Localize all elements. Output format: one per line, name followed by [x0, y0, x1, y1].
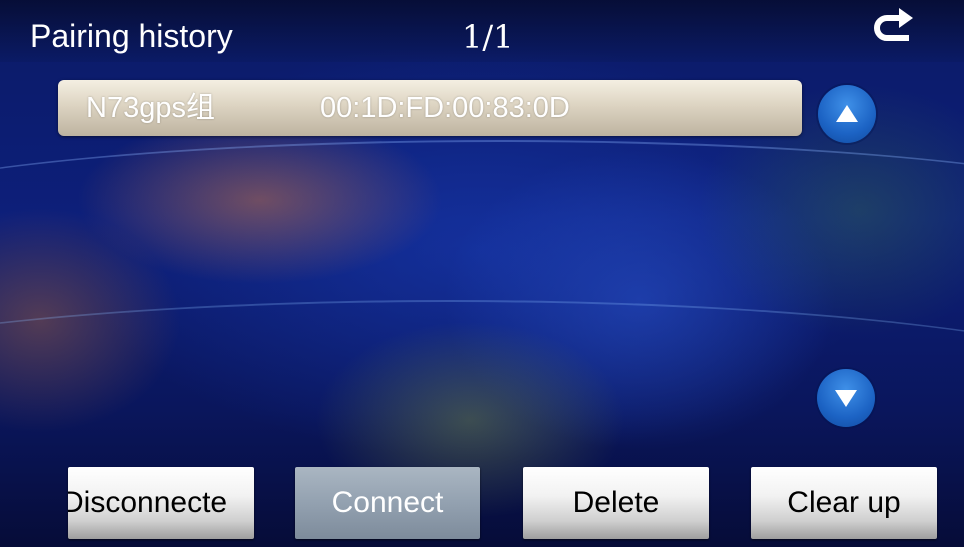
title-bar: Pairing history 1/1 — [0, 0, 964, 62]
triangle-up-icon — [836, 105, 858, 122]
device-list-item[interactable]: N73gps组 00:1D:FD:00:83:0D — [58, 80, 802, 136]
page-indicator: 1/1 — [462, 18, 514, 56]
clear-up-button[interactable]: Clear up — [751, 467, 937, 539]
disconnect-button[interactable]: Disconnecte — [68, 467, 254, 539]
connect-button[interactable]: Connect — [295, 467, 480, 539]
pairing-history-screen: Pairing history 1/1 N73gps组 00:1D:FD:00:… — [0, 0, 964, 547]
page-title: Pairing history — [30, 18, 233, 54]
delete-button[interactable]: Delete — [523, 467, 709, 539]
device-address: 00:1D:FD:00:83:0D — [320, 92, 570, 124]
scroll-up-button[interactable] — [818, 85, 876, 143]
disconnect-label: Disconnecte — [68, 486, 228, 519]
triangle-down-icon — [835, 390, 857, 407]
background-wave — [0, 140, 964, 322]
back-button[interactable] — [865, 6, 919, 54]
device-name: N73gps组 — [86, 92, 215, 124]
scroll-down-button[interactable] — [817, 369, 875, 427]
return-arrow-icon — [874, 8, 913, 41]
